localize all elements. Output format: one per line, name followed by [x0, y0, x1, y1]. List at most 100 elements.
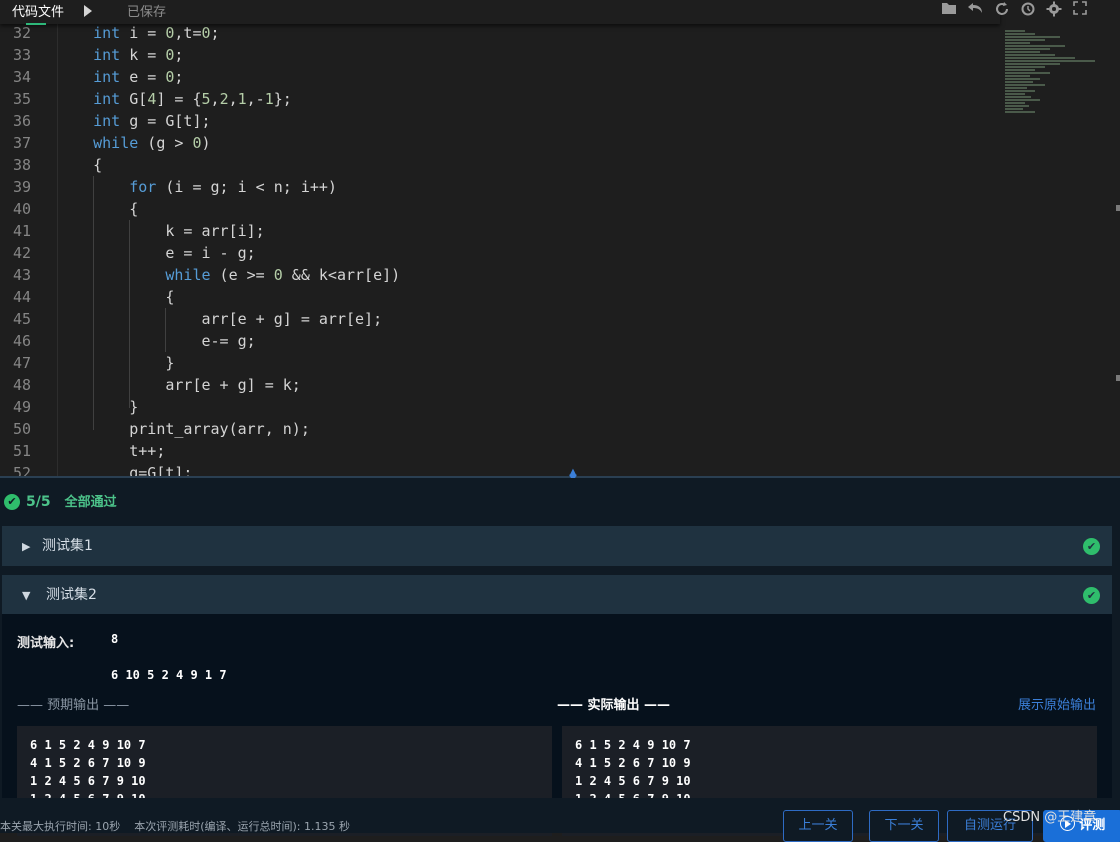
- undo-icon[interactable]: [966, 1, 984, 19]
- line-code[interactable]: k = arr[i];: [57, 220, 264, 242]
- code-line[interactable]: 43 while (e >= 0 && k<arr[e]): [0, 264, 1000, 286]
- test-input-label: 测试输入:: [17, 636, 75, 651]
- prev-level-button[interactable]: 上一关: [783, 810, 853, 842]
- history-icon[interactable]: [1019, 1, 1037, 19]
- save-status: 已保存: [127, 4, 167, 19]
- code-line[interactable]: 45 arr[e + g] = arr[e];: [0, 308, 1000, 330]
- line-code[interactable]: for (i = g; i < n; i++): [57, 176, 337, 198]
- actual-output-line: 4 1 5 2 6 7 10 9: [575, 756, 691, 770]
- line-code[interactable]: {: [57, 286, 174, 308]
- code-line[interactable]: 35 int G[4] = {5,2,1,-1};: [0, 88, 1000, 110]
- line-number: 43: [12, 266, 31, 284]
- code-line[interactable]: 47 }: [0, 352, 1000, 374]
- code-line[interactable]: 39 for (i = g; i < n; i++): [0, 176, 1000, 198]
- code-editor[interactable]: 32 int i = 0,t=0; 33 int k = 0; 34 int e =…: [0, 0, 1120, 476]
- code-line[interactable]: 32 int i = 0,t=0;: [0, 22, 1000, 44]
- line-number: 37: [12, 134, 31, 152]
- code-line[interactable]: 40 {: [0, 198, 1000, 220]
- line-code[interactable]: e = i - g;: [57, 242, 255, 264]
- testset-1[interactable]: ▶ 测试集1 ✔: [2, 526, 1112, 566]
- code-line[interactable]: 41 k = arr[i];: [0, 220, 1000, 242]
- line-code[interactable]: int i = 0,t=0;: [57, 22, 219, 44]
- line-code[interactable]: g=G[t];: [57, 462, 192, 476]
- line-number: 51: [12, 442, 31, 460]
- code-line[interactable]: 46 e-= g;: [0, 330, 1000, 352]
- test-input-line: 6 10 5 2 4 9 1 7: [111, 668, 227, 682]
- check-icon: ✔: [1083, 587, 1100, 604]
- line-number: 38: [12, 156, 31, 174]
- actual-output-line: 1 2 4 5 6 7 9 10: [575, 774, 691, 788]
- code-line[interactable]: 50 print_array(arr, n);: [0, 418, 1000, 440]
- line-code[interactable]: }: [57, 396, 138, 418]
- line-code[interactable]: }: [57, 352, 174, 374]
- code-line[interactable]: 33 int k = 0;: [0, 44, 1000, 66]
- line-number: 41: [12, 222, 31, 240]
- code-line[interactable]: 51 t++;: [0, 440, 1000, 462]
- line-code[interactable]: {: [57, 198, 138, 220]
- code-line[interactable]: 37 while (g > 0): [0, 132, 1000, 154]
- line-code[interactable]: arr[e + g] = k;: [57, 374, 300, 396]
- result-summary: ✔ 5/5 全部通过: [4, 492, 117, 512]
- line-number: 36: [12, 112, 31, 130]
- code-minimap[interactable]: [1005, 30, 1100, 145]
- editor-tool-icons: [940, 0, 1120, 22]
- fullscreen-icon[interactable]: [1071, 1, 1089, 19]
- check-icon: ✔: [1083, 538, 1100, 555]
- scroll-marker: [1116, 375, 1120, 381]
- line-number: 49: [12, 398, 31, 416]
- code-lines[interactable]: 32 int i = 0,t=0; 33 int k = 0; 34 int e =…: [0, 22, 1000, 476]
- line-number: 32: [12, 24, 31, 42]
- line-number: 40: [12, 200, 31, 218]
- max-time-text: 本关最大执行时间: 10秒: [0, 820, 121, 833]
- expected-output-line: 1 2 4 5 6 7 9 10: [30, 774, 146, 788]
- line-code[interactable]: arr[e + g] = arr[e];: [57, 308, 382, 330]
- line-number: 39: [12, 178, 31, 196]
- test-input-line: 8: [111, 632, 119, 646]
- line-code[interactable]: int G[4] = {5,2,1,-1};: [57, 88, 292, 110]
- expected-output-line: 4 1 5 2 6 7 10 9: [30, 756, 146, 770]
- active-tab-indicator: [26, 23, 46, 25]
- play-icon[interactable]: [84, 5, 92, 17]
- line-number: 48: [12, 376, 31, 394]
- folder-icon[interactable]: [940, 1, 958, 19]
- testset-2[interactable]: ▼ 测试集2 ✔: [2, 575, 1112, 615]
- line-code[interactable]: t++;: [57, 440, 165, 462]
- settings-icon[interactable]: [1045, 1, 1063, 19]
- code-line[interactable]: 52 g=G[t];: [0, 462, 1000, 476]
- testset-label: 测试集1: [42, 538, 93, 554]
- refresh-icon[interactable]: [993, 1, 1011, 19]
- line-number: 34: [12, 68, 31, 86]
- show-raw-output-link[interactable]: 展示原始输出: [1018, 694, 1096, 713]
- code-line[interactable]: 44 {: [0, 286, 1000, 308]
- actual-output-header: —— 实际输出 ——: [557, 698, 671, 713]
- line-code[interactable]: int e = 0;: [57, 66, 183, 88]
- pass-status: 全部通过: [64, 495, 117, 510]
- expected-output-line: 6 1 5 2 4 9 10 7: [30, 738, 146, 752]
- code-line[interactable]: 49 }: [0, 396, 1000, 418]
- line-code[interactable]: e-= g;: [57, 330, 255, 352]
- elapsed-time-text: 本次评测耗时(编译、运行总时间): 1.135 秒: [134, 820, 350, 833]
- line-number: 46: [12, 332, 31, 350]
- actual-output-line: 6 1 5 2 4 9 10 7: [575, 738, 691, 752]
- execution-stats: 本关最大执行时间: 10秒 本次评测耗时(编译、运行总时间): 1.135 秒: [0, 818, 350, 834]
- line-code[interactable]: while (g > 0): [57, 132, 210, 154]
- code-line[interactable]: 42 e = i - g;: [0, 242, 1000, 264]
- code-line[interactable]: 34 int e = 0;: [0, 66, 1000, 88]
- testset-label: 测试集2: [46, 587, 97, 603]
- code-line[interactable]: 38 {: [0, 154, 1000, 176]
- line-code[interactable]: while (e >= 0 && k<arr[e]): [57, 264, 400, 286]
- line-code[interactable]: int g = G[t];: [57, 110, 210, 132]
- line-number: 44: [12, 288, 31, 306]
- tab-code-file[interactable]: 代码文件: [0, 0, 76, 24]
- line-code[interactable]: {: [57, 154, 102, 176]
- pass-count: 5/5: [26, 494, 51, 510]
- line-number: 35: [12, 90, 31, 108]
- line-number: 52: [12, 464, 31, 476]
- code-line[interactable]: 48 arr[e + g] = k;: [0, 374, 1000, 396]
- check-icon: ✔: [4, 494, 20, 510]
- code-line[interactable]: 36 int g = G[t];: [0, 110, 1000, 132]
- next-level-button[interactable]: 下一关: [869, 810, 939, 842]
- line-number: 45: [12, 310, 31, 328]
- line-code[interactable]: print_array(arr, n);: [57, 418, 310, 440]
- line-code[interactable]: int k = 0;: [57, 44, 183, 66]
